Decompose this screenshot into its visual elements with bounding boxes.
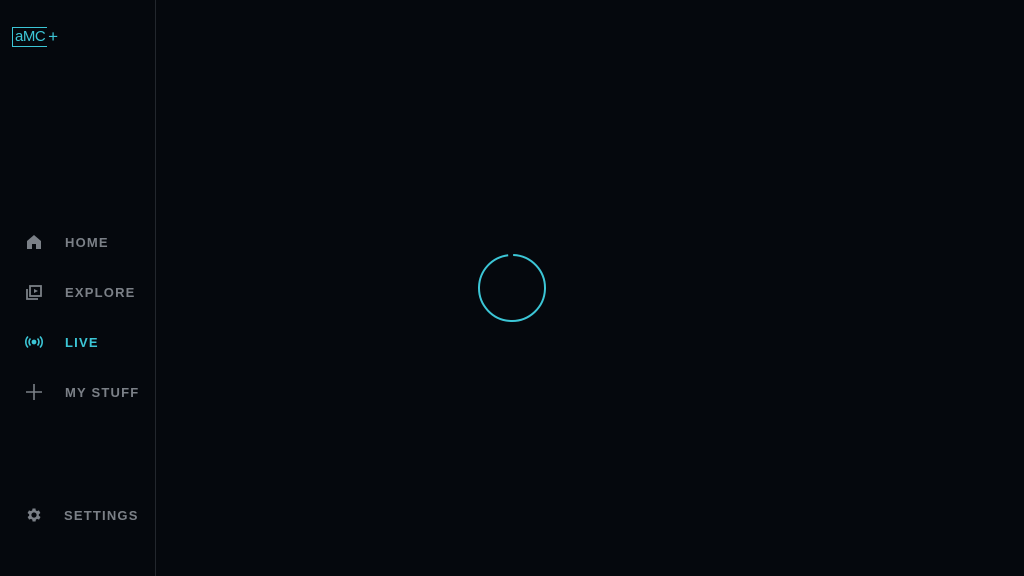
main-content [156,0,1024,576]
logo-plus: + [48,26,59,46]
logo-wordmark: aMC [12,26,48,47]
sidebar-item-label: HOME [65,234,109,250]
sidebar-item-label: LIVE [65,334,99,350]
sidebar-item-explore[interactable]: EXPLORE [24,282,136,302]
live-broadcast-icon [24,332,44,352]
sidebar-item-label: MY STUFF [65,384,140,400]
sidebar-item-my-stuff[interactable]: MY STUFF [24,382,139,402]
sidebar: aMC + HOME EXPLORE LIVE MY STUFF SETTING… [0,0,155,576]
loading-spinner-icon [477,253,547,323]
gear-icon [24,505,44,525]
app-window: aMC + HOME EXPLORE LIVE MY STUFF SETTING… [0,0,1024,576]
sidebar-item-settings[interactable]: SETTINGS [24,505,139,525]
home-icon [24,232,44,252]
amc-plus-logo[interactable]: aMC + [12,26,58,47]
explore-icon [24,282,44,302]
sidebar-item-home[interactable]: HOME [24,232,109,252]
sidebar-item-live[interactable]: LIVE [24,332,99,352]
plus-icon [24,382,44,402]
sidebar-item-label: SETTINGS [64,507,139,523]
sidebar-item-label: EXPLORE [65,284,136,300]
